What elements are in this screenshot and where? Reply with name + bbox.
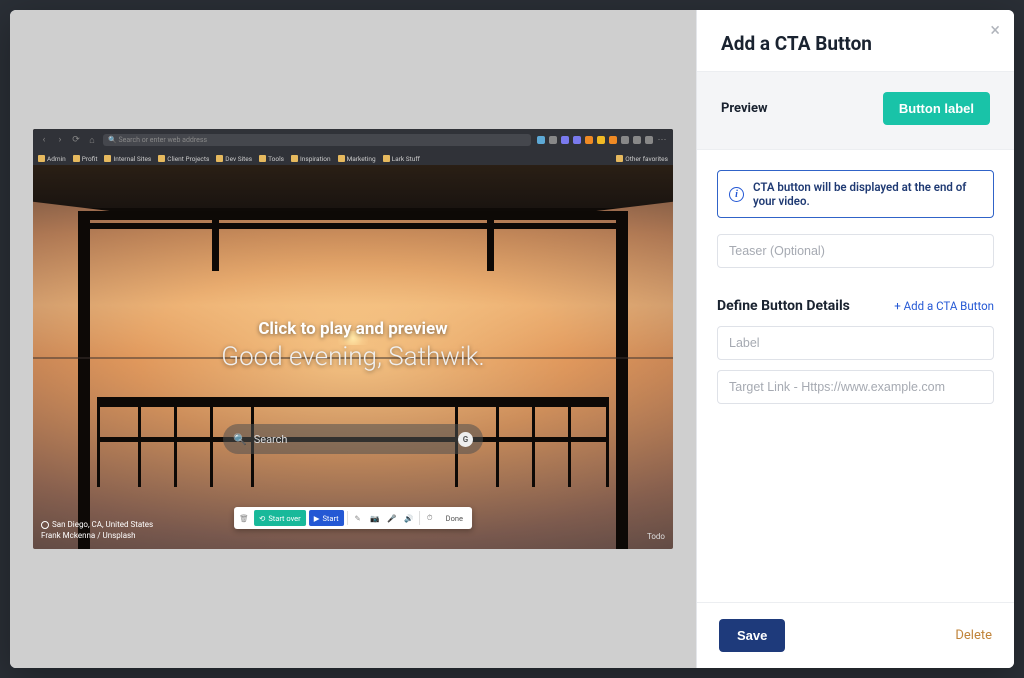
cta-settings-panel: × Add a CTA Button Preview Button label … [696,10,1014,668]
teaser-input[interactable] [717,234,994,268]
start-button[interactable]: ▶ Start [309,510,344,526]
trash-icon[interactable]: 🗑 [237,510,251,526]
mic-icon[interactable]: 🎤 [385,510,399,526]
panel-title: Add a CTA Button [721,32,990,55]
cta-preview-button[interactable]: Button label [883,92,990,125]
todo-label: Todo [647,532,665,541]
target-link-input[interactable] [717,370,994,404]
preview-row: Preview Button label [697,71,1014,150]
play-overlay[interactable]: Click to play and preview Good evening, … [33,319,673,372]
video-preview-pane: ‹ › ⟳ ⌂ 🔍 Search or enter web address ⋯ … [10,10,696,668]
save-button[interactable]: Save [719,619,785,652]
play-prompt: Click to play and preview [33,319,673,339]
button-details-header: Define Button Details + Add a CTA Button [717,298,994,314]
panel-footer: Save Delete [697,602,1014,668]
search-pill: 🔍 Search G [223,424,483,454]
forward-icon: › [55,135,65,145]
home-icon: ⌂ [87,135,97,145]
back-icon: ‹ [39,135,49,145]
browser-chrome: ‹ › ⟳ ⌂ 🔍 Search or enter web address ⋯ [33,129,673,151]
search-icon: 🔍 [233,433,247,446]
preview-label: Preview [721,101,768,116]
recorder-toolbar: 🗑 ⟲ Start over ▶ Start ✎ 📷 🎤 🔊 ⏱ Done [234,507,472,529]
photo-credit: San Diego, CA, United States Frank Mcken… [41,520,153,541]
greeting-text: Good evening, Sathwik. [33,342,673,372]
delete-link[interactable]: Delete [955,628,992,643]
weather-widget: ☁ 26° Bengaluru [620,171,665,195]
address-bar: 🔍 Search or enter web address [103,134,531,146]
chrome-extensions: ⋯ [537,135,667,145]
cta-button-modal: ‹ › ⟳ ⌂ 🔍 Search or enter web address ⋯ … [10,10,1014,668]
volume-icon[interactable]: 🔊 [402,510,416,526]
panel-header: Add a CTA Button [697,10,1014,71]
bookmark-bar: Admin Profit Internal Sites Client Proje… [33,151,673,166]
add-cta-link[interactable]: + Add a CTA Button [894,299,994,313]
timer-icon[interactable]: ⏱ [423,510,437,526]
done-button[interactable]: Done [440,510,469,526]
info-banner: i CTA button will be displayed at the en… [717,170,994,218]
google-icon: G [458,432,473,447]
camera-icon[interactable]: 📷 [368,510,382,526]
panel-body: i CTA button will be displayed at the en… [697,150,1014,602]
info-icon: i [729,187,744,202]
close-icon[interactable]: × [990,20,1000,41]
refresh-icon: ⟳ [71,135,81,145]
pen-icon[interactable]: ✎ [351,510,365,526]
more-icon: ⋯ [657,135,667,145]
video-preview[interactable]: ‹ › ⟳ ⌂ 🔍 Search or enter web address ⋯ … [33,129,673,549]
section-title: Define Button Details [717,298,850,314]
info-text: CTA button will be displayed at the end … [753,180,982,208]
label-input[interactable] [717,326,994,360]
start-over-button[interactable]: ⟲ Start over [254,510,306,526]
